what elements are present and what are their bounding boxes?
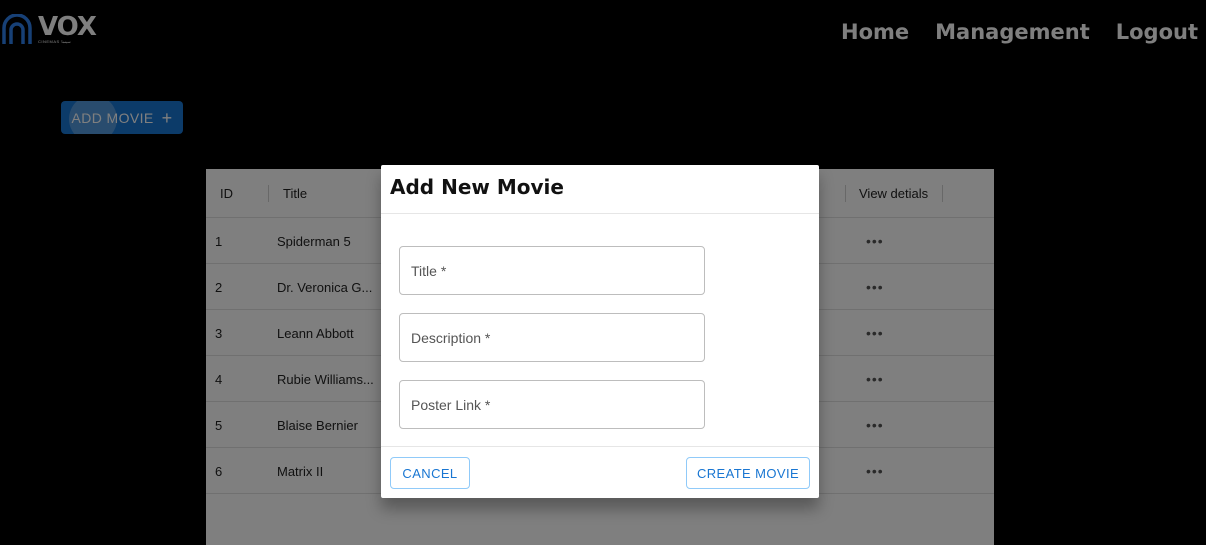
poster-link-field-label: Poster Link * [411,396,491,413]
create-movie-button[interactable]: CREATE MOVIE [686,457,810,489]
add-movie-dialog: Add New Movie Title * Description * Post… [381,165,819,498]
title-field-label: Title * [411,262,447,279]
description-field[interactable]: Description * [399,313,705,362]
divider [381,213,819,214]
description-field-label: Description * [411,329,491,346]
poster-link-field[interactable]: Poster Link * [399,380,705,429]
cancel-button[interactable]: CANCEL [390,457,470,489]
dialog-title: Add New Movie [390,175,564,199]
title-field[interactable]: Title * [399,246,705,295]
divider [381,446,819,447]
